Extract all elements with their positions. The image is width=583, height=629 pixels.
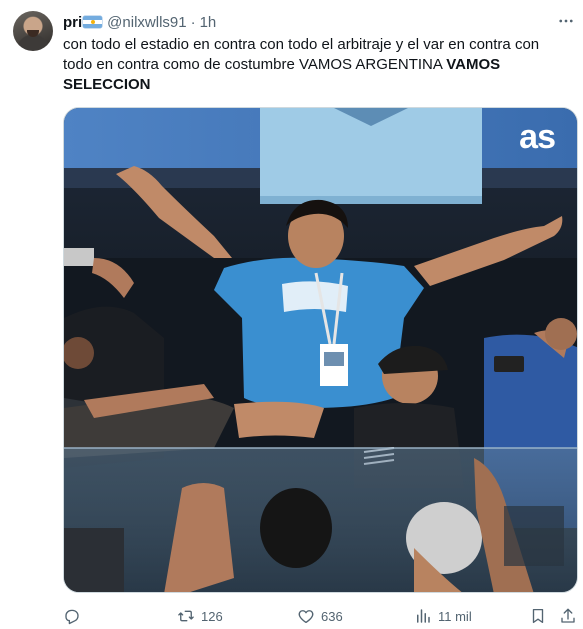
reply-button[interactable] <box>63 605 87 627</box>
views-button[interactable]: 11 mil <box>414 605 472 627</box>
like-button[interactable]: 636 <box>297 605 343 627</box>
tweet-header: pri @nilxwlls91 · 1h <box>63 12 216 32</box>
as-watermark-logo: as <box>519 118 556 156</box>
timestamp[interactable]: 1h <box>200 14 217 31</box>
retweet-icon <box>178 610 194 622</box>
tweet-photo[interactable]: as <box>63 107 578 593</box>
bookmark-icon <box>532 608 544 624</box>
tweet-actions: 126 636 11 mil <box>63 605 578 627</box>
like-count: 636 <box>321 608 343 624</box>
heart-icon <box>298 610 314 624</box>
display-name[interactable]: pri <box>63 14 82 31</box>
bookmark-button[interactable] <box>529 605 553 627</box>
tweet-text: con todo el estadio en contra con todo e… <box>63 35 568 95</box>
avatar[interactable] <box>13 11 53 51</box>
argentina-flag-icon <box>83 16 103 28</box>
share-icon <box>561 608 575 623</box>
views-count: 11 mil <box>438 608 472 624</box>
views-icon <box>417 609 430 623</box>
user-handle[interactable]: @nilxwlls91 <box>107 14 186 31</box>
retweet-count: 126 <box>201 608 223 624</box>
avatar-face <box>27 30 39 37</box>
more-icon <box>559 19 573 23</box>
photo-stadium-scene <box>64 108 577 592</box>
retweet-button[interactable]: 126 <box>177 605 223 627</box>
more-options-button[interactable] <box>556 11 576 31</box>
tweet[interactable]: pri @nilxwlls91 · 1h con todo el estadio… <box>0 0 583 629</box>
reply-icon <box>65 609 79 625</box>
share-button[interactable] <box>559 605 583 627</box>
separator-dot: · <box>190 13 196 31</box>
